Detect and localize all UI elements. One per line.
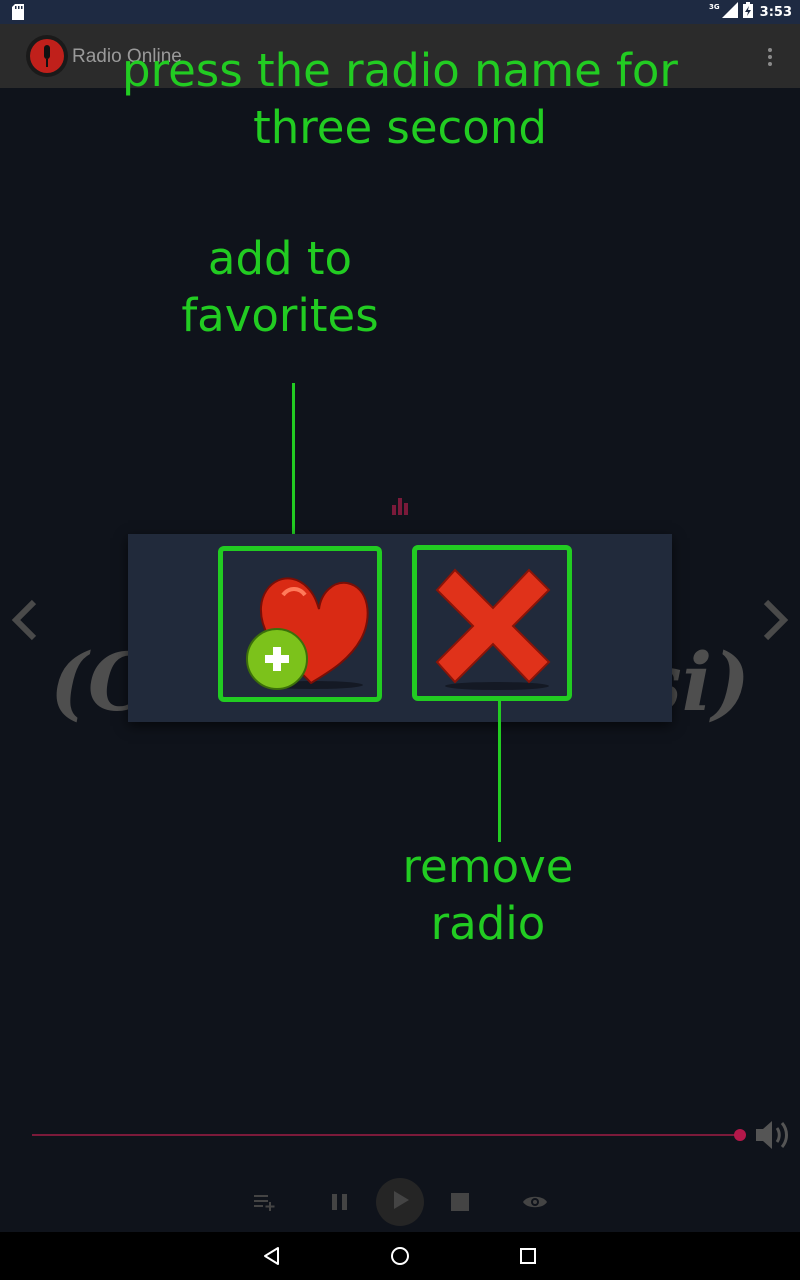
- favorites-annotation-line-1: add to: [207, 232, 353, 285]
- add-to-favorites-button[interactable]: [218, 546, 382, 702]
- play-icon: [389, 1188, 411, 1216]
- instruction-annotation: press the radio name for three second: [0, 42, 800, 156]
- remove-annotation-line-1: remove: [402, 840, 574, 893]
- network-type-label: 3G: [709, 3, 720, 11]
- signal-icon: [721, 2, 738, 22]
- recents-icon[interactable]: [512, 1232, 544, 1280]
- system-navigation-bar: [0, 1232, 800, 1280]
- status-bar: 3G 3:53: [0, 0, 800, 24]
- play-button[interactable]: [376, 1178, 424, 1226]
- favorites-annotation-line-2: favorites: [181, 289, 379, 342]
- add-to-playlist-icon[interactable]: [252, 1190, 276, 1214]
- remove-radio-button[interactable]: [412, 545, 572, 701]
- player-controls: [0, 1176, 800, 1228]
- instruction-line-1: press the radio name for: [122, 44, 678, 97]
- favorites-annotation: add to favorites: [130, 230, 430, 344]
- battery-charging-icon: [742, 2, 753, 22]
- eye-icon[interactable]: [522, 1190, 548, 1214]
- next-station-icon[interactable]: [760, 598, 792, 646]
- remove-pointer-line: [498, 700, 501, 842]
- red-x-icon: [417, 550, 567, 700]
- volume-slider-thumb[interactable]: [734, 1129, 746, 1141]
- equalizer-icon: [391, 497, 409, 519]
- instruction-line-2: three second: [253, 101, 547, 154]
- stop-icon[interactable]: [448, 1190, 472, 1214]
- heart-plus-icon: [223, 551, 377, 701]
- sd-card-icon: [12, 4, 24, 24]
- volume-slider[interactable]: [32, 1134, 740, 1136]
- pause-icon[interactable]: [328, 1190, 352, 1214]
- favorites-pointer-line: [292, 383, 295, 546]
- back-icon[interactable]: [256, 1232, 288, 1280]
- home-icon[interactable]: [384, 1232, 416, 1280]
- volume-icon[interactable]: [754, 1118, 790, 1156]
- remove-annotation-line-2: radio: [430, 897, 546, 950]
- previous-station-icon[interactable]: [8, 598, 40, 646]
- station-options-dialog: [128, 534, 672, 722]
- clock: 3:53: [759, 4, 792, 20]
- remove-annotation: remove radio: [338, 838, 638, 952]
